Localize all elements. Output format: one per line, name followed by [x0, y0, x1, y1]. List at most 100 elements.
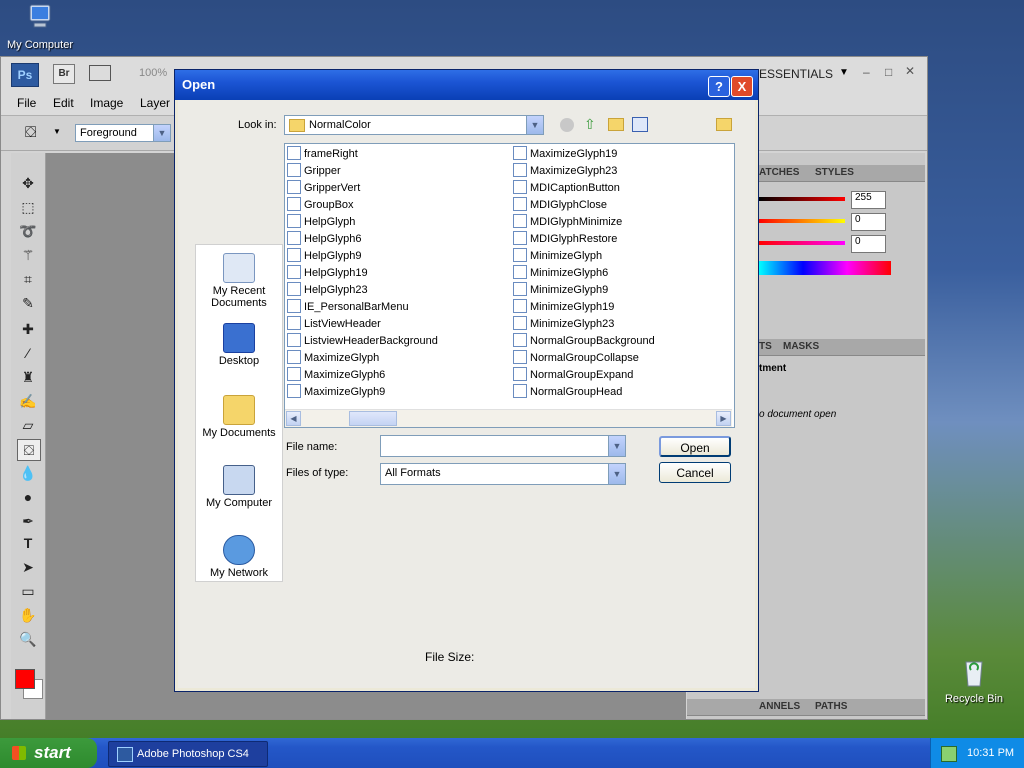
magic-wand-tool-icon[interactable]: ⚚ — [17, 245, 39, 265]
healing-brush-tool-icon[interactable]: ✚ — [17, 319, 39, 339]
bridge-button[interactable]: Br — [53, 64, 75, 84]
scroll-left-icon[interactable]: ◀ — [286, 411, 301, 426]
file-item[interactable]: NormalGroupBackground — [513, 333, 655, 351]
menu-layer[interactable]: Layer — [140, 96, 170, 110]
red-value-field[interactable]: 255 — [851, 191, 886, 209]
maximize-icon[interactable]: □ — [885, 65, 892, 79]
scroll-thumb[interactable] — [349, 411, 397, 426]
file-item[interactable]: MaximizeGlyph19 — [513, 146, 617, 164]
paint-bucket-tool-icon[interactable]: ⛋ — [25, 124, 36, 141]
hand-tool-icon[interactable]: ✋ — [17, 605, 39, 625]
eraser-tool-icon[interactable]: ▱ — [17, 415, 39, 435]
file-item[interactable]: MinimizeGlyph6 — [513, 265, 608, 283]
shape-tool-icon[interactable]: ▭ — [17, 581, 39, 601]
file-item[interactable]: NormalGroupCollapse — [513, 350, 639, 368]
foreground-color-swatch[interactable] — [15, 669, 35, 689]
place-my-documents[interactable]: My Documents — [196, 395, 282, 439]
open-button[interactable]: Open — [659, 436, 731, 457]
blur-tool-icon[interactable]: 💧 — [17, 463, 39, 483]
file-item[interactable]: MinimizeGlyph — [513, 248, 602, 266]
file-item[interactable]: MaximizeGlyph — [287, 350, 379, 368]
move-tool-icon[interactable]: ✥ — [17, 173, 39, 193]
place-my-computer[interactable]: My Computer — [196, 465, 282, 509]
file-item[interactable]: MaximizeGlyph6 — [287, 367, 385, 385]
blue-slider[interactable] — [759, 241, 845, 245]
marquee-tool-icon[interactable]: ⬚ — [17, 197, 39, 217]
dodge-tool-icon[interactable]: ● — [17, 487, 39, 507]
eyedropper-tool-icon[interactable]: ✎ — [17, 293, 39, 313]
file-item[interactable]: MaximizeGlyph23 — [513, 163, 617, 181]
red-slider[interactable] — [759, 197, 845, 201]
file-list[interactable]: NormalGroupHead NormalGroupExpand NormalGr… — [284, 143, 735, 428]
file-item[interactable]: ListViewHeader — [287, 316, 381, 334]
place-desktop[interactable]: Desktop — [196, 323, 282, 367]
file-item[interactable]: IE_PersonalBarMenu — [287, 299, 409, 317]
color-ramp[interactable] — [759, 261, 891, 275]
file-item[interactable]: GroupBox — [287, 197, 354, 215]
workspace-switcher[interactable]: ESSENTIALS — [759, 67, 833, 81]
close-button[interactable]: X — [731, 76, 753, 97]
file-item[interactable]: ListviewHeaderBackground — [287, 333, 438, 351]
up-folder-icon[interactable]: ⇧ — [584, 116, 596, 133]
tab-channels[interactable]: ANNELS — [759, 701, 800, 712]
file-item[interactable]: HelpGlyph — [287, 214, 355, 232]
tab-masks[interactable]: MASKS — [783, 341, 819, 352]
tab-paths[interactable]: PATHS — [815, 701, 847, 712]
clone-stamp-tool-icon[interactable]: ♜ — [17, 367, 39, 387]
file-name-input[interactable]: ▼ — [380, 435, 626, 457]
clock[interactable]: 10:31 PM — [967, 747, 1014, 759]
menu-edit[interactable]: Edit — [53, 96, 74, 110]
chevron-down-icon[interactable]: ▼ — [839, 67, 849, 78]
path-selection-tool-icon[interactable]: ➤ — [17, 557, 39, 577]
taskbar-item-photoshop[interactable]: Adobe Photoshop CS4 — [108, 741, 268, 767]
crop-tool-icon[interactable]: ⌗ — [17, 269, 39, 289]
green-slider[interactable] — [759, 219, 845, 223]
back-icon[interactable] — [560, 118, 574, 132]
cancel-button[interactable]: Cancel — [659, 462, 731, 483]
file-item[interactable]: HelpGlyph9 — [287, 248, 361, 266]
minimize-icon[interactable]: – — [863, 65, 870, 79]
files-of-type-select[interactable]: All Formats ▼ — [380, 463, 626, 485]
pen-tool-icon[interactable]: ✒ — [17, 511, 39, 531]
file-item[interactable]: MDIGlyphRestore — [513, 231, 617, 249]
tab-adjustments[interactable]: TS — [759, 341, 772, 352]
blue-value-field[interactable]: 0 — [851, 235, 886, 253]
tab-swatches[interactable]: ATCHES — [759, 167, 799, 178]
file-item[interactable]: MinimizeGlyph9 — [513, 282, 608, 300]
help-button[interactable]: ? — [708, 76, 730, 97]
place-my-network[interactable]: My Network — [196, 535, 282, 579]
file-item[interactable]: MinimizeGlyph19 — [513, 299, 614, 317]
paint-bucket-tool-icon[interactable]: ⛋ — [17, 439, 41, 461]
zoom-tool-icon[interactable]: 🔍 — [17, 629, 39, 649]
file-item[interactable]: MinimizeGlyph23 — [513, 316, 614, 334]
view-menu-icon[interactable] — [632, 117, 648, 132]
history-brush-tool-icon[interactable]: ✍ — [17, 391, 39, 411]
scroll-right-icon[interactable]: ▶ — [716, 411, 731, 426]
brush-tool-icon[interactable]: ⁄ — [17, 343, 39, 363]
menu-image[interactable]: Image — [90, 96, 123, 110]
photoshop-folder-icon[interactable] — [716, 118, 732, 131]
file-item[interactable]: Gripper — [287, 163, 341, 181]
type-tool-icon[interactable]: T — [17, 533, 39, 553]
new-folder-icon[interactable] — [608, 118, 624, 131]
file-item[interactable]: HelpGlyph6 — [287, 231, 361, 249]
horizontal-scrollbar[interactable]: ◀ ▶ — [285, 409, 732, 427]
green-value-field[interactable]: 0 — [851, 213, 886, 231]
view-extras-icon[interactable] — [89, 65, 111, 81]
file-item[interactable]: MDIGlyphClose — [513, 197, 607, 215]
place-my-recent-documents[interactable]: My Recent Documents — [196, 253, 282, 309]
file-item[interactable]: frameRight — [287, 146, 358, 164]
file-item[interactable]: HelpGlyph19 — [287, 265, 368, 283]
file-item[interactable]: HelpGlyph23 — [287, 282, 368, 300]
file-item[interactable]: MDICaptionButton — [513, 180, 620, 198]
network-tray-icon[interactable] — [941, 746, 957, 762]
tool-preset-chevron-icon[interactable]: ▼ — [53, 127, 61, 136]
file-item[interactable]: MaximizeGlyph9 — [287, 384, 385, 402]
fill-source-select[interactable]: Foreground ▼ — [75, 124, 171, 142]
file-item[interactable]: NormalGroupExpand — [513, 367, 633, 385]
lasso-tool-icon[interactable]: ➰ — [17, 221, 39, 241]
file-item[interactable]: NormalGroupHead — [513, 384, 622, 402]
file-item[interactable]: MDIGlyphMinimize — [513, 214, 622, 232]
desktop-icon-recycle-bin[interactable]: Recycle Bin — [934, 656, 1014, 705]
start-button[interactable]: start — [0, 738, 97, 768]
